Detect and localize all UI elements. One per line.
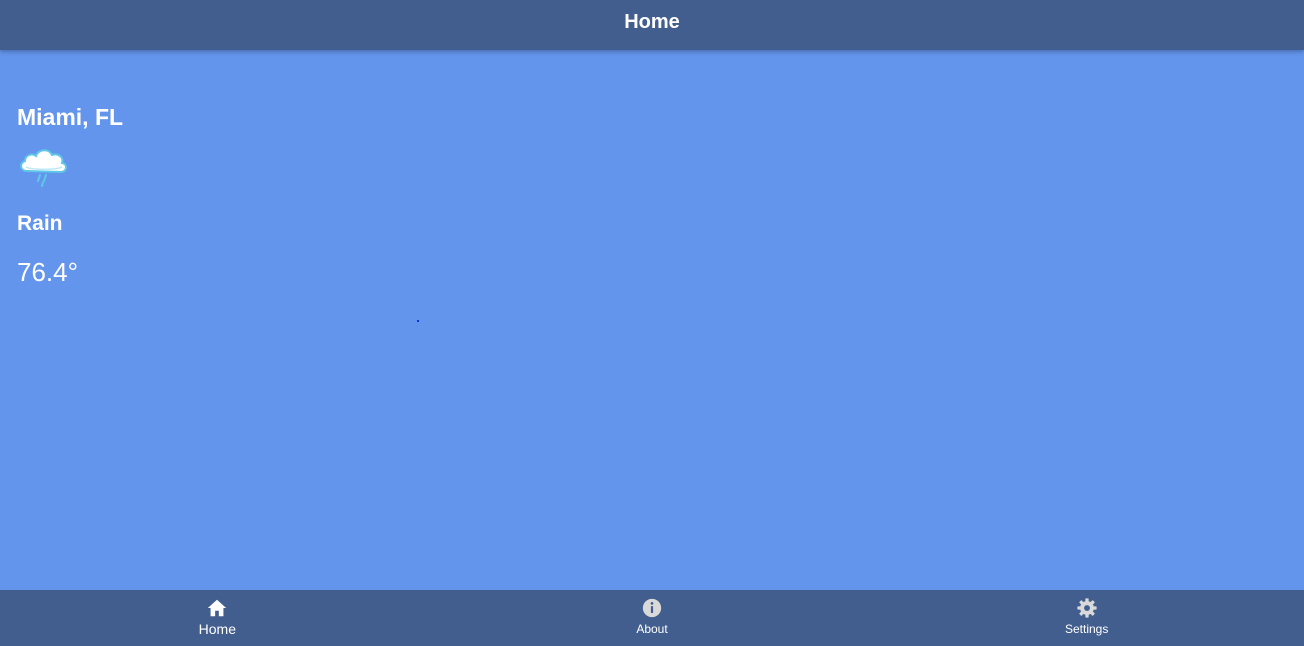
tab-label: Settings bbox=[1065, 622, 1109, 636]
page-title: Home bbox=[624, 10, 680, 33]
weather-panel: Miami, FL Rain 76.4° bbox=[0, 50, 1304, 590]
rain-cloud-icon bbox=[20, 149, 67, 187]
home-icon bbox=[208, 599, 227, 617]
tab-label: About bbox=[636, 622, 668, 636]
bottom-navigation: Home About Settings bbox=[0, 590, 1304, 646]
city-name: Miami, FL bbox=[17, 104, 124, 130]
info-icon bbox=[642, 598, 662, 618]
tab-home[interactable]: Home bbox=[0, 590, 435, 646]
stray-dot bbox=[417, 320, 419, 322]
weather-condition: Rain bbox=[17, 212, 63, 235]
tab-about[interactable]: About bbox=[435, 590, 870, 646]
tab-settings[interactable]: Settings bbox=[869, 590, 1304, 646]
tab-label: Home bbox=[198, 621, 237, 637]
gear-icon bbox=[1077, 598, 1097, 618]
temperature-value: 76.4° bbox=[17, 257, 79, 287]
top-app-bar: Home bbox=[0, 0, 1304, 50]
